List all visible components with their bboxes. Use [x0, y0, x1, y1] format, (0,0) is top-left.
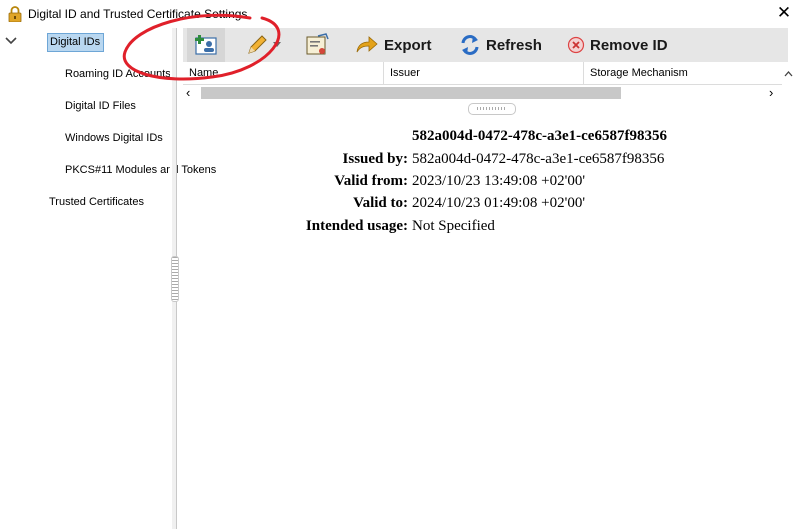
certificate-button[interactable]	[303, 28, 337, 62]
refresh-label: Refresh	[486, 36, 542, 54]
export-button[interactable]: Export	[355, 28, 437, 62]
certificate-title: 582a004d-0472-478c-a3e1-ce6587f98356	[412, 128, 667, 144]
close-icon[interactable]: ✕	[775, 3, 793, 23]
issued-by-value: 582a004d-0472-478c-a3e1-ce6587f98356	[412, 151, 665, 167]
scrollbar-thumb[interactable]	[201, 87, 621, 99]
intended-usage-value: Not Specified	[412, 218, 495, 234]
horizontal-scrollbar[interactable]: ‹ ›	[183, 85, 782, 101]
refresh-button[interactable]: Refresh	[459, 28, 543, 62]
remove-id-button[interactable]: Remove ID	[567, 28, 677, 62]
issued-by-label: Issued by:	[342, 151, 408, 167]
horizontal-splitter-grip-icon[interactable]	[468, 103, 516, 115]
column-header-storage[interactable]: Storage Mechanism	[584, 62, 782, 84]
remove-id-label: Remove ID	[590, 36, 668, 54]
sidebar-item-trusted-certificates[interactable]: Trusted Certificates	[49, 196, 144, 208]
scroll-left-icon[interactable]: ‹	[186, 85, 190, 101]
sidebar-item-digital-id-files[interactable]: Digital ID Files	[65, 100, 136, 112]
title-bar: Digital ID and Trusted Certificate Setti…	[0, 0, 795, 28]
window-title: Digital ID and Trusted Certificate Setti…	[28, 7, 248, 21]
scroll-right-icon[interactable]: ›	[769, 85, 773, 101]
vertical-splitter[interactable]	[171, 28, 179, 529]
intended-usage-label: Intended usage:	[305, 218, 408, 234]
add-id-button[interactable]	[187, 28, 225, 62]
valid-from-value: 2023/10/23 13:49:08 +02'00'	[412, 173, 586, 189]
lock-icon	[8, 6, 22, 22]
add-id-icon	[195, 35, 217, 55]
edit-button[interactable]	[245, 28, 285, 62]
dropdown-arrow-icon[interactable]	[273, 42, 281, 48]
id-table-header: Name Issuer Storage Mechanism	[183, 62, 782, 85]
valid-to-label: Valid to:	[353, 195, 408, 211]
valid-from-label: Valid from:	[334, 173, 408, 189]
refresh-icon	[461, 35, 479, 55]
splitter-grip-icon[interactable]	[171, 256, 179, 302]
export-label: Export	[384, 36, 432, 54]
sidebar-item-roaming-id-accounts[interactable]: Roaming ID Accounts	[65, 68, 171, 80]
sidebar-item-digital-ids[interactable]: Digital IDs	[47, 33, 105, 52]
sidebar-item-pkcs11-modules[interactable]: PKCS#11 Modules and Tokens	[65, 164, 216, 176]
export-arrow-icon	[356, 36, 378, 53]
vertical-scrollbar[interactable]	[782, 62, 795, 86]
certificate-icon	[306, 33, 329, 55]
sidebar: Digital IDs Roaming ID Accounts Digital …	[0, 28, 216, 529]
chevron-down-icon[interactable]	[5, 36, 17, 46]
sidebar-item-windows-digital-ids[interactable]: Windows Digital IDs	[65, 132, 163, 144]
remove-icon	[567, 36, 585, 54]
column-header-issuer[interactable]: Issuer	[384, 62, 584, 84]
edit-pencil-icon	[248, 35, 267, 54]
scroll-up-icon[interactable]	[782, 62, 795, 86]
toolbar: Export Refresh Remove ID	[183, 28, 788, 62]
valid-to-value: 2024/10/23 01:49:08 +02'00'	[412, 195, 586, 211]
column-header-name[interactable]: Name	[183, 62, 384, 84]
